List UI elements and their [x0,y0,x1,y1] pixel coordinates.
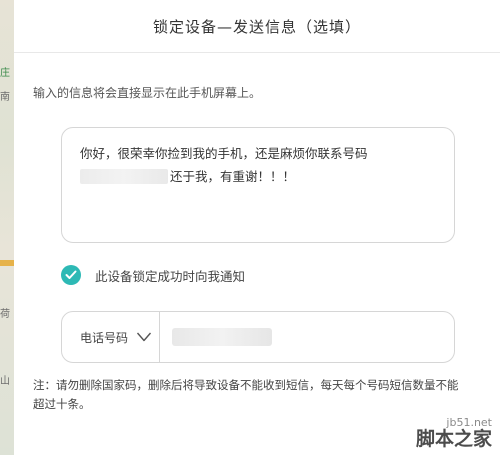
watermark-url: jb51.net [446,416,492,429]
watermark-name: 脚本之家 [415,428,492,450]
message-line: 还于我，有重谢！！！ [80,165,438,188]
message-line: 你好，很荣幸你捡到我的手机，还是麻烦你联系号码 [80,146,368,161]
map-label: 庄 [0,68,10,79]
phone-type-label: 电话号码 [80,330,129,345]
message-textarea[interactable]: 你好，很荣幸你捡到我的手机，还是麻烦你联系号码 还于我，有重谢！！！ [61,127,455,243]
chevron-down-icon [136,332,152,342]
instruction-text: 输入的信息将会直接显示在此手机屏幕上。 [33,86,262,100]
map-label: 山 [0,376,10,387]
notify-option[interactable]: 此设备锁定成功时向我通知 [61,265,245,285]
map-label: 南 [0,92,10,103]
phone-field: 电话号码 [61,311,455,363]
redacted-phone-number [172,328,272,346]
background-map: 庄 南 荷 山 [0,0,14,455]
map-road [0,260,14,266]
phone-type-dropdown[interactable]: 电话号码 [62,312,160,362]
watermark-logo: jb51.net 脚本之家 [416,417,492,449]
map-label: 荷 [0,309,10,320]
lock-device-dialog: 锁定设备—发送信息（选填） 输入的信息将会直接显示在此手机屏幕上。 你好，很荣幸… [14,0,500,455]
note-text: 注：请勿删除国家码，删除后将导致设备不能收到短信，每天每个号码短信数量不能超过十… [33,378,459,411]
redacted-phone-number [80,169,168,184]
dialog-header: 锁定设备—发送信息（选填） [14,0,500,53]
dialog-title: 锁定设备—发送信息（选填） [152,17,361,36]
notify-checkbox[interactable] [61,265,81,285]
checkmark-icon [65,270,77,279]
message-line-text: 还于我，有重谢！！！ [170,169,296,184]
phone-number-input[interactable] [160,312,454,362]
notify-label: 此设备锁定成功时向我通知 [95,268,246,284]
